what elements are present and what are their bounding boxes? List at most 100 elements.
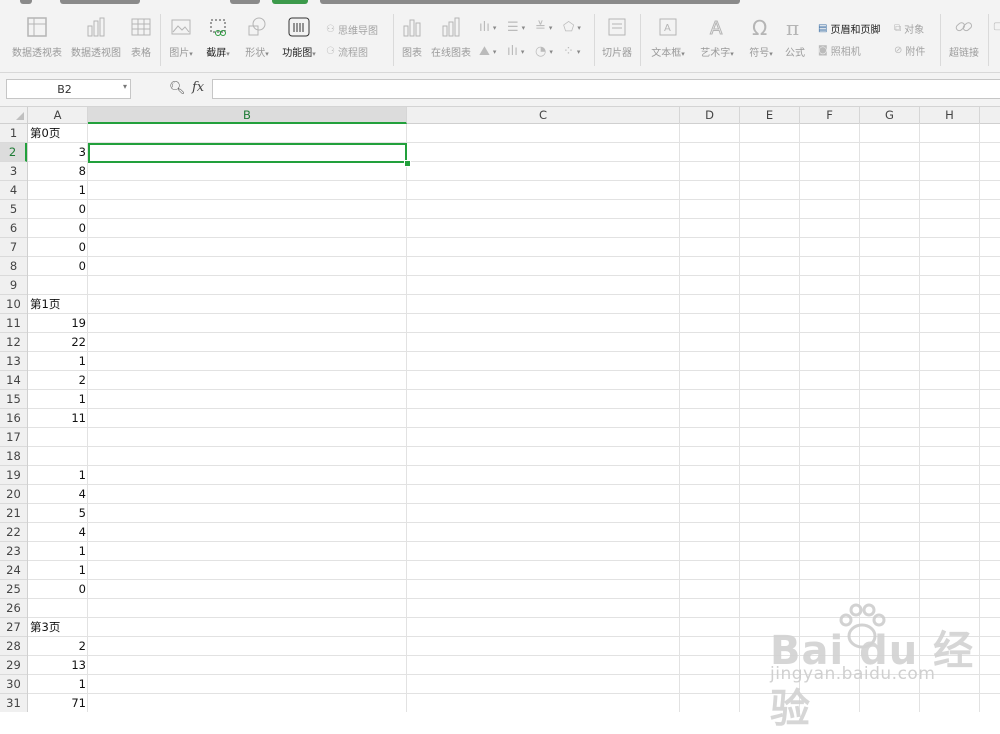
row-header-13[interactable]: 13 xyxy=(0,352,27,371)
column-header-b[interactable]: B xyxy=(88,107,407,124)
bar-chart-type[interactable]: ☰ ▾ xyxy=(507,20,525,35)
active-cell-border[interactable] xyxy=(88,143,407,163)
cell-a22[interactable]: 4 xyxy=(28,523,88,542)
row-header-6[interactable]: 6 xyxy=(0,219,27,238)
pivot-table-button[interactable]: 数据透视表 xyxy=(6,16,68,59)
function-chart-button[interactable]: 功能图▾ xyxy=(278,16,320,59)
shapes-button[interactable]: 形状▾ xyxy=(240,16,274,59)
cell-a12[interactable]: 22 xyxy=(28,333,88,352)
row-header-18[interactable]: 18 xyxy=(0,447,27,466)
cell-a11[interactable]: 19 xyxy=(28,314,88,333)
cell-a23[interactable]: 1 xyxy=(28,542,88,561)
hyperlink-button[interactable]: 超链接 xyxy=(944,16,984,59)
column-header-f[interactable]: F xyxy=(800,107,860,124)
row-header-30[interactable]: 30 xyxy=(0,675,27,694)
cell-a14[interactable]: 2 xyxy=(28,371,88,390)
row-header-1[interactable]: 1 xyxy=(0,124,27,143)
column-chart-type[interactable]: ılı ▾ xyxy=(479,20,496,35)
line-chart-type[interactable]: ≚ ▾ xyxy=(535,20,552,35)
column-header-e[interactable]: E xyxy=(740,107,800,124)
symbol-button[interactable]: Ω 符号▾ xyxy=(744,16,778,59)
row-header-23[interactable]: 23 xyxy=(0,542,27,561)
attachment-button[interactable]: ⊘ 附件 xyxy=(894,43,925,58)
area-chart-type[interactable]: ⛰ ▾ xyxy=(479,44,496,59)
row-header-7[interactable]: 7 xyxy=(0,238,27,257)
name-box[interactable]: B2 ▾ xyxy=(6,79,131,99)
row-header-17[interactable]: 17 xyxy=(0,428,27,447)
art-text-button[interactable]: A 艺术字▾ xyxy=(695,16,739,60)
object-button[interactable]: ⧉ 对象 xyxy=(894,21,924,36)
cell-a2[interactable]: 3 xyxy=(28,143,88,162)
zoom-formula-icon[interactable]: 🔍︎ xyxy=(169,81,186,96)
row-header-28[interactable]: 28 xyxy=(0,637,27,656)
table-button[interactable]: 表格 xyxy=(126,16,156,59)
cell-a28[interactable]: 2 xyxy=(28,637,88,656)
text-box-button[interactable]: A 文本框▾ xyxy=(645,16,691,59)
cell-a4[interactable]: 1 xyxy=(28,181,88,200)
screenshot-button[interactable]: 截屏▾ xyxy=(200,16,236,59)
scatter-chart-type[interactable]: ⁘ ▾ xyxy=(563,44,580,59)
row-header-15[interactable]: 15 xyxy=(0,390,27,409)
cell-a8[interactable]: 0 xyxy=(28,257,88,276)
pivot-chart-button[interactable]: 数据透视图 xyxy=(68,16,124,59)
row-header-4[interactable]: 4 xyxy=(0,181,27,200)
column-header-d[interactable]: D xyxy=(680,107,740,124)
cell-a21[interactable]: 5 xyxy=(28,504,88,523)
row-header-27[interactable]: 27 xyxy=(0,618,27,637)
select-all-corner[interactable] xyxy=(0,107,28,124)
row-header-21[interactable]: 21 xyxy=(0,504,27,523)
formula-button[interactable]: π 公式 xyxy=(781,16,809,59)
pie-chart-type[interactable]: ◔ ▾ xyxy=(535,44,553,59)
row-header-26[interactable]: 26 xyxy=(0,599,27,618)
cell-a15[interactable]: 1 xyxy=(28,390,88,409)
row-header-8[interactable]: 8 xyxy=(0,257,27,276)
formula-input[interactable] xyxy=(212,79,1000,99)
column-header-h[interactable]: H xyxy=(920,107,980,124)
row-header-10[interactable]: 10 xyxy=(0,295,27,314)
cell-a31[interactable]: 71 xyxy=(28,694,88,712)
cell-a10[interactable]: 第1页 xyxy=(28,295,88,314)
row-header-11[interactable]: 11 xyxy=(0,314,27,333)
column-header-a[interactable]: A xyxy=(28,107,88,124)
row-header-22[interactable]: 22 xyxy=(0,523,27,542)
row-header-14[interactable]: 14 xyxy=(0,371,27,390)
cell-a24[interactable]: 1 xyxy=(28,561,88,580)
cell-area[interactable]: 第0页 3 8 1 0 0 0 0 第1页 19 22 1 2 1 11 1 4 5 4 1 1 0 第3页 2 13 1 71 xyxy=(28,124,1000,712)
cell-a27[interactable]: 第3页 xyxy=(28,618,88,637)
cell-a18[interactable] xyxy=(28,447,88,466)
row-header-25[interactable]: 25 xyxy=(0,580,27,599)
cell-a26[interactable] xyxy=(28,599,88,618)
mind-map-button[interactable]: ⚇ 思维导图 xyxy=(326,22,378,37)
cell-a17[interactable] xyxy=(28,428,88,447)
row-header-29[interactable]: 29 xyxy=(0,656,27,675)
row-header-2[interactable]: 2 xyxy=(0,143,27,162)
radar-chart-type[interactable]: ⬠ ▾ xyxy=(563,20,581,35)
cell-a19[interactable]: 1 xyxy=(28,466,88,485)
cell-a25[interactable]: 0 xyxy=(28,580,88,599)
fill-handle[interactable] xyxy=(404,160,411,167)
picture-button[interactable]: 图片▾ xyxy=(164,16,198,59)
cell-a7[interactable]: 0 xyxy=(28,238,88,257)
cell-a1[interactable]: 第0页 xyxy=(28,124,88,143)
more-button[interactable]: ▢ xyxy=(993,21,1000,32)
row-header-20[interactable]: 20 xyxy=(0,485,27,504)
cell-a13[interactable]: 1 xyxy=(28,352,88,371)
insert-function-button[interactable]: fx xyxy=(192,80,204,95)
cell-a20[interactable]: 4 xyxy=(28,485,88,504)
slicer-button[interactable]: 切片器 xyxy=(598,16,636,59)
cell-a6[interactable]: 0 xyxy=(28,219,88,238)
name-box-dropdown-icon[interactable]: ▾ xyxy=(123,82,127,91)
active-menu-tab[interactable] xyxy=(272,0,308,4)
row-header-5[interactable]: 5 xyxy=(0,200,27,219)
cell-a30[interactable]: 1 xyxy=(28,675,88,694)
row-header-12[interactable]: 12 xyxy=(0,333,27,352)
row-header-24[interactable]: 24 xyxy=(0,561,27,580)
cell-a29[interactable]: 13 xyxy=(28,656,88,675)
cell-a16[interactable]: 11 xyxy=(28,409,88,428)
row-header-16[interactable]: 16 xyxy=(0,409,27,428)
stock-chart-type[interactable]: ılı ▾ xyxy=(507,44,524,59)
cell-a3[interactable]: 8 xyxy=(28,162,88,181)
row-header-9[interactable]: 9 xyxy=(0,276,27,295)
camera-button[interactable]: ◙ 照相机 xyxy=(818,43,861,58)
column-header-g[interactable]: G xyxy=(860,107,920,124)
